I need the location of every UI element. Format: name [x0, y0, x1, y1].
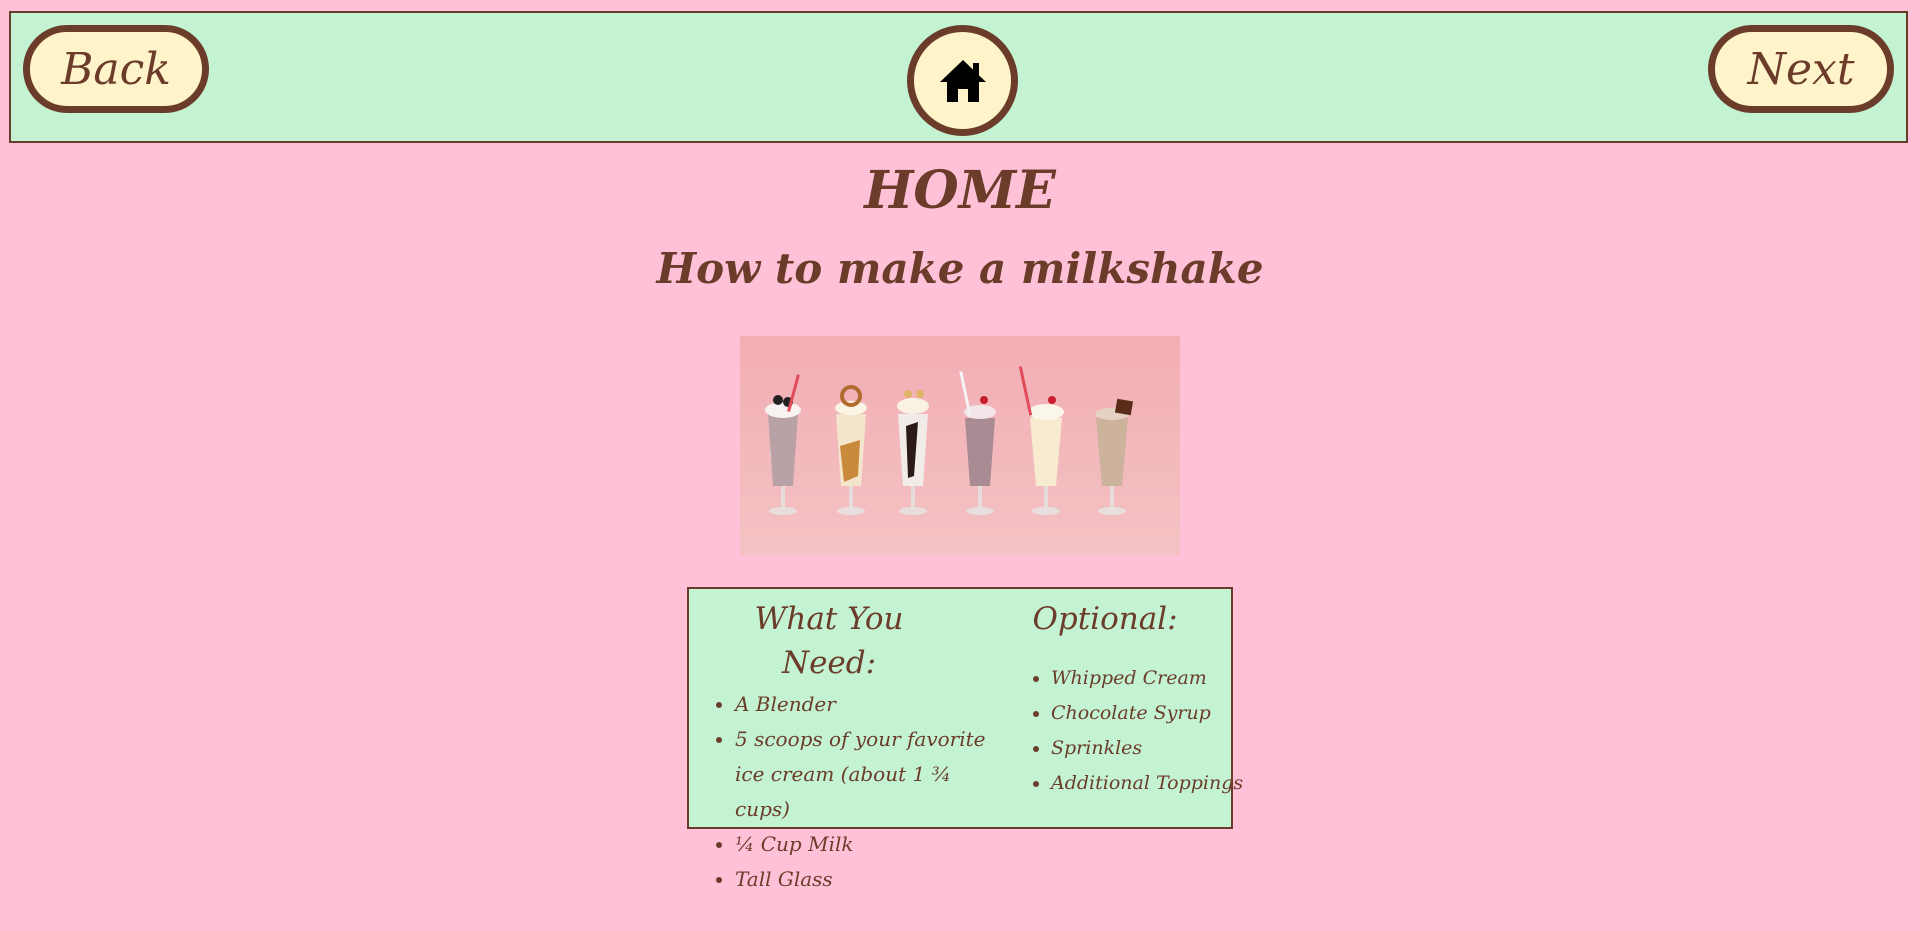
optional-column: Optional: Whipped Cream Chocolate Syrup …: [1005, 589, 1243, 801]
top-nav-bar: Back Next: [9, 11, 1908, 143]
list-item: A Blender: [735, 687, 1005, 722]
next-button[interactable]: Next: [1708, 25, 1894, 113]
list-item: ¼ Cup Milk: [735, 827, 1005, 862]
next-button-label: Next: [1747, 43, 1855, 95]
back-button[interactable]: Back: [23, 25, 209, 113]
optional-list: Whipped Cream Chocolate Syrup Sprinkles …: [1005, 661, 1243, 801]
list-item: Additional Toppings: [1051, 766, 1243, 801]
ingredients-card: What You Need: A Blender 5 scoops of you…: [687, 587, 1243, 891]
list-item: Chocolate Syrup: [1051, 696, 1233, 731]
list-item: Tall Glass: [735, 862, 1005, 897]
back-button-label: Back: [61, 43, 171, 95]
milkshake-image: [740, 336, 1180, 555]
home-icon: [939, 59, 986, 102]
what-you-need-heading: What You Need:: [754, 601, 904, 681]
what-you-need-list: A Blender 5 scoops of your favorite ice …: [689, 687, 1005, 897]
list-item: Whipped Cream: [1051, 661, 1233, 696]
optional-heading: Optional:: [1032, 601, 1178, 637]
what-you-need-column: What You Need: A Blender 5 scoops of you…: [689, 589, 1005, 897]
list-item: Sprinkles: [1051, 731, 1233, 766]
page-subtitle: How to make a milkshake: [656, 244, 1264, 293]
list-item: 5 scoops of your favorite ice cream (abo…: [735, 722, 1005, 827]
home-button[interactable]: [907, 25, 1018, 136]
page-title: HOME: [864, 160, 1056, 221]
